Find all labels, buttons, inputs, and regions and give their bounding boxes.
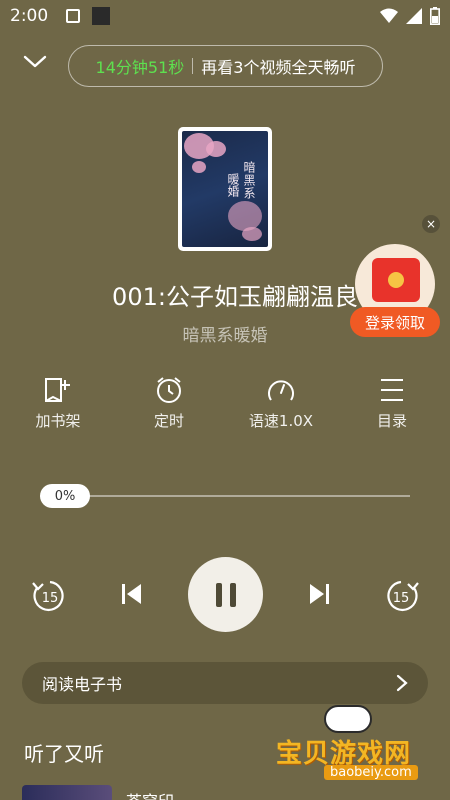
app-a-icon [66,9,81,23]
progress-track[interactable] [40,495,410,497]
skip-previous-icon [122,584,141,604]
recommend-item-title[interactable]: 苍穹印 [126,788,174,800]
chevron-down-icon [23,55,47,68]
battery-icon [430,7,440,25]
next-chapter-button[interactable] [304,578,336,610]
timer-countdown: 14分钟51秒 [95,58,185,77]
wifi-icon [380,8,398,23]
cell-signal-icon [406,8,422,24]
menu-list-icon [381,379,403,401]
status-bar: 2:00 [0,0,450,32]
cover-title-line1: 暗黑系 [242,161,256,200]
status-time: 2:00 [10,6,49,26]
action-row: 加书架 定时 语速1.0X 目录 [0,376,450,436]
alarm-clock-icon [157,377,181,403]
timer-prompt: 再看3个视频全天畅听 [201,58,356,77]
timer-divider [192,58,194,74]
sleep-timer-button[interactable]: 定时 [124,376,214,431]
login-claim-button[interactable]: 登录领取 [350,307,440,337]
rewind-15-button[interactable]: 15 [28,577,68,613]
add-to-shelf-icon [45,378,70,402]
catalog-button[interactable]: 目录 [347,376,437,431]
previous-chapter-button[interactable] [115,578,147,610]
pause-icon [215,582,222,607]
site-watermark: 宝贝游戏网 baobeiy.com [276,705,446,785]
add-to-shelf-button[interactable]: 加书架 [13,376,103,431]
coin-icon [388,272,404,288]
forward-15-icon: 15 [387,580,419,612]
chevron-right-icon [396,674,408,692]
play-pause-button[interactable] [188,557,263,632]
recommend-section-title: 听了又听 [24,742,104,766]
notification-square-icon [92,7,111,25]
sleep-timer-label: 定时 [153,412,184,430]
collapse-button[interactable] [22,52,48,72]
playback-speed-button[interactable]: 语速1.0X [236,376,326,431]
rewind-15-icon: 15 [32,580,64,612]
read-ebook-button[interactable]: 阅读电子书 [22,662,428,704]
gamepad-mascot-icon [324,705,372,733]
cover-title-line2: 暖婚 [226,173,240,197]
speedometer-icon [268,380,294,401]
watermark-url: baobeiy.com [324,765,418,780]
skip-next-icon [310,584,329,604]
playback-speed-label: 语速1.0X [248,412,314,430]
add-to-shelf-label: 加书架 [35,412,81,430]
close-promo-button[interactable]: × [422,215,440,233]
progress-thumb[interactable]: 0% [40,484,90,508]
rewind-seconds: 15 [42,591,59,606]
cover-artwork: 暗黑系 暖婚 [182,131,268,247]
red-envelope-icon[interactable] [372,258,420,302]
forward-15-button[interactable]: 15 [383,577,423,613]
recommend-item-cover[interactable] [22,785,112,800]
listen-timer-pill[interactable]: 14分钟51秒 再看3个视频全天畅听 [68,45,383,87]
read-ebook-label: 阅读电子书 [42,675,123,694]
catalog-label: 目录 [376,412,407,430]
forward-seconds: 15 [393,591,410,606]
book-cover[interactable]: 暗黑系 暖婚 [178,127,272,251]
